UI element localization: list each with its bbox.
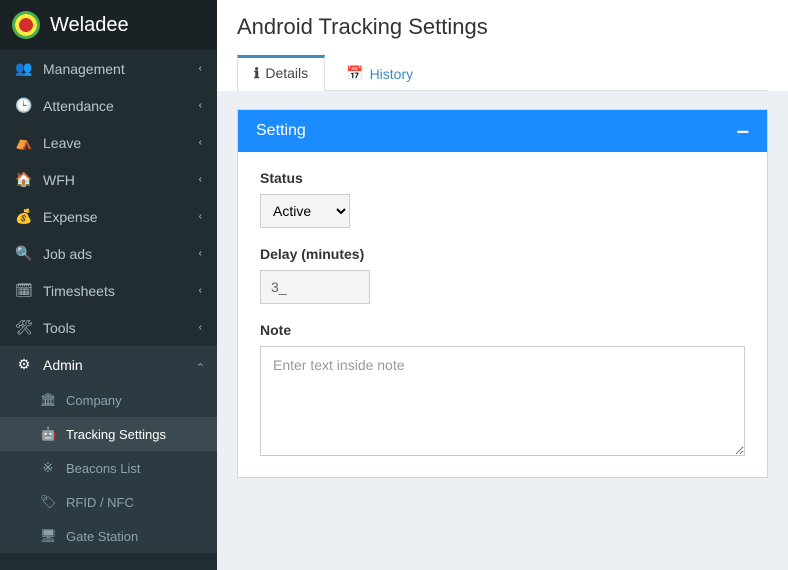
calendar-icon: 📅	[346, 65, 363, 82]
sidebar: Weladee 👥 Management ‹ 🕒 Attendance ‹ ⛺ …	[0, 0, 217, 570]
users-icon: 👥	[15, 60, 33, 77]
submenu-item-label: Gate Station	[66, 529, 138, 544]
main-content: Android Tracking Settings ℹ Details 📅 Hi…	[217, 0, 788, 570]
tab-details[interactable]: ℹ Details	[237, 55, 325, 91]
home-icon: 🏠	[15, 171, 33, 188]
monitor-icon: 🖥	[40, 528, 56, 544]
note-textarea[interactable]	[260, 346, 745, 456]
tent-icon: ⛺	[15, 134, 33, 151]
submenu-item-company[interactable]: 🏛 Company	[0, 383, 217, 417]
brand-name: Weladee	[50, 14, 129, 37]
android-icon: 🤖	[40, 426, 56, 442]
sidebar-item-tools[interactable]: 🛠 Tools ‹	[0, 309, 217, 346]
bluetooth-icon: ※	[40, 460, 56, 476]
brand[interactable]: Weladee	[0, 0, 217, 50]
chevron-left-icon: ‹	[199, 63, 202, 74]
sidebar-item-label: Expense	[43, 209, 97, 225]
submenu-item-tracking-settings[interactable]: 🤖 Tracking Settings	[0, 417, 217, 451]
submenu-item-label: Company	[66, 393, 122, 408]
panel-header[interactable]: Setting –	[238, 110, 767, 152]
gear-icon: ⚙	[15, 356, 33, 373]
tabs: ℹ Details 📅 History	[237, 54, 768, 91]
page-header: Android Tracking Settings ℹ Details 📅 Hi…	[217, 0, 788, 91]
clock-icon: 🕒	[15, 97, 33, 114]
submenu-item-beacons[interactable]: ※ Beacons List	[0, 451, 217, 485]
delay-input[interactable]	[260, 270, 370, 304]
chevron-left-icon: ‹	[199, 285, 202, 296]
delay-group: Delay (minutes)	[260, 246, 745, 304]
sidebar-menu: 👥 Management ‹ 🕒 Attendance ‹ ⛺ Leave ‹ …	[0, 50, 217, 553]
money-icon: 💰	[15, 208, 33, 225]
chevron-left-icon: ‹	[199, 211, 202, 222]
chevron-left-icon: ‹	[199, 174, 202, 185]
settings-panel: Setting – Status Active Delay (minutes) …	[237, 109, 768, 478]
sidebar-item-admin[interactable]: ⚙ Admin ‹	[0, 346, 217, 383]
delay-label: Delay (minutes)	[260, 246, 745, 262]
collapse-icon[interactable]: –	[737, 124, 749, 138]
sidebar-item-label: Leave	[43, 135, 81, 151]
sidebar-item-management[interactable]: 👥 Management ‹	[0, 50, 217, 87]
info-icon: ℹ	[254, 65, 259, 82]
page-title: Android Tracking Settings	[237, 14, 768, 40]
chevron-down-icon: ‹	[195, 363, 206, 366]
sidebar-item-label: Tools	[43, 320, 76, 336]
sidebar-item-label: Admin	[43, 357, 83, 373]
tools-icon: 🛠	[15, 319, 33, 336]
note-group: Note	[260, 322, 745, 459]
chevron-left-icon: ‹	[199, 137, 202, 148]
chevron-left-icon: ‹	[199, 248, 202, 259]
status-select[interactable]: Active	[260, 194, 350, 228]
sidebar-item-wfh[interactable]: 🏠 WFH ‹	[0, 161, 217, 198]
calendar-icon: 🗓	[15, 282, 33, 299]
submenu-item-rfid[interactable]: 🏷 RFID / NFC	[0, 485, 217, 519]
brand-logo-icon	[12, 11, 40, 39]
sidebar-item-label: Attendance	[43, 98, 114, 114]
tag-icon: 🏷	[40, 494, 56, 510]
sidebar-item-label: Job ads	[43, 246, 92, 262]
sidebar-item-attendance[interactable]: 🕒 Attendance ‹	[0, 87, 217, 124]
status-label: Status	[260, 170, 745, 186]
tab-label: Details	[265, 65, 308, 81]
submenu-item-label: Tracking Settings	[66, 427, 166, 442]
chevron-left-icon: ‹	[199, 322, 202, 333]
sidebar-item-label: Management	[43, 61, 125, 77]
submenu-item-label: Beacons List	[66, 461, 140, 476]
submenu-item-label: RFID / NFC	[66, 495, 134, 510]
admin-submenu: 🏛 Company 🤖 Tracking Settings ※ Beacons …	[0, 383, 217, 553]
status-group: Status Active	[260, 170, 745, 228]
sidebar-item-expense[interactable]: 💰 Expense ‹	[0, 198, 217, 235]
panel-body: Status Active Delay (minutes) Note	[238, 152, 767, 477]
sidebar-item-leave[interactable]: ⛺ Leave ‹	[0, 124, 217, 161]
chevron-left-icon: ‹	[199, 100, 202, 111]
sidebar-item-timesheets[interactable]: 🗓 Timesheets ‹	[0, 272, 217, 309]
search-icon: 🔍	[15, 245, 33, 262]
sidebar-item-label: Timesheets	[43, 283, 115, 299]
submenu-item-gate-station[interactable]: 🖥 Gate Station	[0, 519, 217, 553]
panel-title: Setting	[256, 122, 306, 140]
sidebar-item-label: WFH	[43, 172, 75, 188]
tab-label: History	[370, 66, 414, 82]
bank-icon: 🏛	[40, 392, 56, 408]
note-label: Note	[260, 322, 745, 338]
content-area: Setting – Status Active Delay (minutes) …	[217, 91, 788, 496]
tab-history[interactable]: 📅 History	[329, 55, 430, 91]
sidebar-item-job-ads[interactable]: 🔍 Job ads ‹	[0, 235, 217, 272]
